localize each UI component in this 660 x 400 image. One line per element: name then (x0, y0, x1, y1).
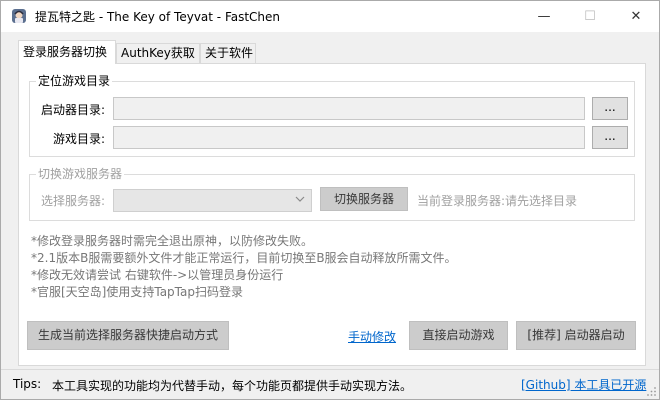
locate-dir-group: 定位游戏目录 启动器目录: ... 游戏目录: ... (29, 74, 635, 157)
note-line: *修改登录服务器时需完全退出原神，以防修改失败。 (31, 234, 314, 248)
tab-about[interactable]: 关于软件 (200, 43, 256, 63)
note-line: *官服[天空岛]使用支持TapTap扫码登录 (31, 285, 243, 299)
direct-launch-button[interactable]: 直接启动游戏 (409, 321, 508, 350)
tips-label: Tips: (13, 377, 42, 391)
launcher-start-button[interactable]: [推荐] 启动器启动 (516, 321, 636, 350)
tab-authkey[interactable]: AuthKey获取 (116, 43, 200, 63)
chevron-down-icon (295, 196, 305, 202)
tips-text: 本工具实现的功能均为代替手动，每个功能页都提供手动实现方法。 (52, 379, 413, 393)
game-dir-input[interactable] (113, 126, 585, 149)
server-group-title: 切换游戏服务器 (36, 167, 125, 181)
note-line: *修改无效请尝试 右键软件->以管理员身份运行 (31, 268, 284, 282)
launcher-dir-label: 启动器目录: (41, 103, 106, 117)
server-switch-group: 切换游戏服务器 选择服务器: 切换服务器 当前登录服务器:请先选择目录 (29, 167, 635, 221)
status-divider (1, 369, 659, 370)
server-select-label: 选择服务器: (41, 194, 106, 208)
tab-label: 关于软件 (205, 46, 254, 60)
game-dir-label: 游戏目录: (53, 132, 106, 146)
minimize-button[interactable]: — (521, 1, 567, 32)
resize-grip-icon[interactable] (647, 387, 657, 397)
github-link[interactable]: [Github] 本工具已开源 (521, 376, 646, 393)
server-select[interactable] (113, 189, 312, 212)
launcher-dir-input[interactable] (113, 97, 585, 120)
tab-server-switch[interactable]: 登录服务器切换 (18, 40, 116, 64)
app-window: 提瓦特之匙 - The Key of Teyvat - FastChen — ☐… (0, 0, 660, 400)
app-logo-icon (12, 9, 26, 23)
locate-group-title: 定位游戏目录 (36, 74, 113, 88)
tab-label: 登录服务器切换 (23, 45, 108, 59)
tab-label: AuthKey获取 (121, 46, 195, 60)
window-title: 提瓦特之匙 - The Key of Teyvat - FastChen (35, 10, 281, 24)
note-line: *2.1版本B服需要额外文件才能正常运行，目前切换至B服会自动释放所需文件。 (31, 251, 457, 265)
status-bar: Tips: 本工具实现的功能均为代替手动，每个功能页都提供手动实现方法。 [Gi… (1, 369, 659, 399)
title-bar: 提瓦特之匙 - The Key of Teyvat - FastChen — ☐… (1, 1, 659, 32)
browse-game-button[interactable]: ... (592, 126, 628, 149)
close-button[interactable]: ✕ (613, 1, 659, 32)
browse-launcher-button[interactable]: ... (592, 97, 628, 120)
maximize-button: ☐ (584, 9, 596, 24)
current-server-status: 当前登录服务器:请先选择目录 (417, 194, 578, 208)
switch-server-button[interactable]: 切换服务器 (320, 187, 408, 211)
manual-edit-link[interactable]: 手动修改 (348, 328, 396, 345)
create-shortcut-button[interactable]: 生成当前选择服务器快捷启动方式 (27, 321, 229, 350)
